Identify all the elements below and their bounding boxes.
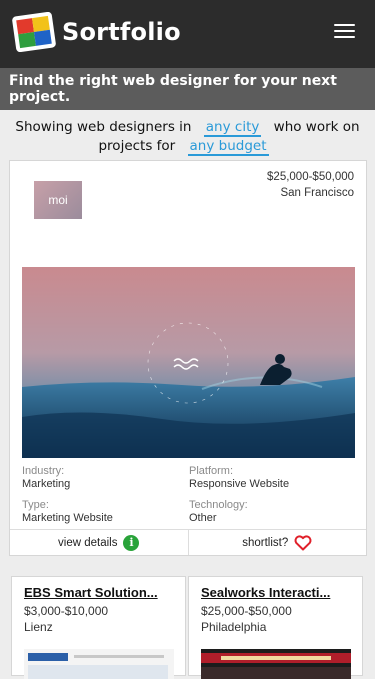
brand-name[interactable]: Sortfolio bbox=[62, 18, 181, 46]
listing-thumbnail[interactable] bbox=[201, 649, 351, 679]
type-value: Marketing Website bbox=[22, 512, 113, 524]
listing-city: Lienz bbox=[24, 620, 53, 634]
shortlist-button[interactable]: shortlist? bbox=[189, 530, 367, 555]
designer-logo[interactable]: moi bbox=[34, 181, 82, 219]
shortlist-label: shortlist? bbox=[242, 536, 289, 549]
technology-label: Technology: bbox=[189, 499, 248, 511]
type-label: Type: bbox=[22, 499, 49, 511]
listing-city: Philadelphia bbox=[201, 620, 267, 634]
card-city: San Francisco bbox=[280, 187, 354, 199]
app-header: Sortfolio bbox=[0, 0, 375, 68]
info-icon: i bbox=[123, 534, 140, 551]
heart-icon bbox=[294, 534, 312, 550]
portfolio-hero-image[interactable] bbox=[22, 267, 355, 458]
card-budget-block: $25,000-$50,000 San Francisco bbox=[267, 169, 354, 201]
view-details-label: view details bbox=[58, 536, 118, 549]
industry-label: Industry: bbox=[22, 465, 65, 477]
platform-value: Responsive Website bbox=[189, 478, 290, 490]
featured-portfolio-card: moi $25,000-$50,000 San Francisco Indust… bbox=[9, 160, 367, 556]
card-budget: $25,000-$50,000 bbox=[267, 171, 354, 183]
filter-prefix: Showing web designers in bbox=[15, 119, 192, 135]
budget-filter-link[interactable]: any budget bbox=[187, 138, 269, 156]
card-actions: view details i shortlist? bbox=[10, 529, 366, 555]
filter-sentence: Showing web designers in any city who wo… bbox=[0, 110, 375, 162]
listing-card[interactable]: EBS Smart Solution... $3,000-$10,000 Lie… bbox=[11, 576, 186, 679]
city-filter-link[interactable]: any city bbox=[203, 119, 262, 137]
listing-budget: $3,000-$10,000 bbox=[24, 604, 109, 618]
sortfolio-logo-icon[interactable] bbox=[12, 12, 56, 52]
tagline: Find the right web designer for your nex… bbox=[0, 68, 375, 110]
hamburger-menu-icon[interactable] bbox=[334, 24, 355, 40]
technology-value: Other bbox=[189, 512, 217, 524]
listing-card[interactable]: Sealworks Interacti... $25,000-$50,000 P… bbox=[188, 576, 363, 679]
listing-title[interactable]: Sealworks Interacti... bbox=[201, 585, 350, 600]
listing-thumbnail[interactable] bbox=[24, 649, 174, 679]
listing-budget: $25,000-$50,000 bbox=[201, 604, 292, 618]
view-details-button[interactable]: view details i bbox=[10, 530, 189, 555]
platform-label: Platform: bbox=[189, 465, 234, 477]
listing-title[interactable]: EBS Smart Solution... bbox=[24, 585, 173, 600]
industry-value: Marketing bbox=[22, 478, 71, 490]
